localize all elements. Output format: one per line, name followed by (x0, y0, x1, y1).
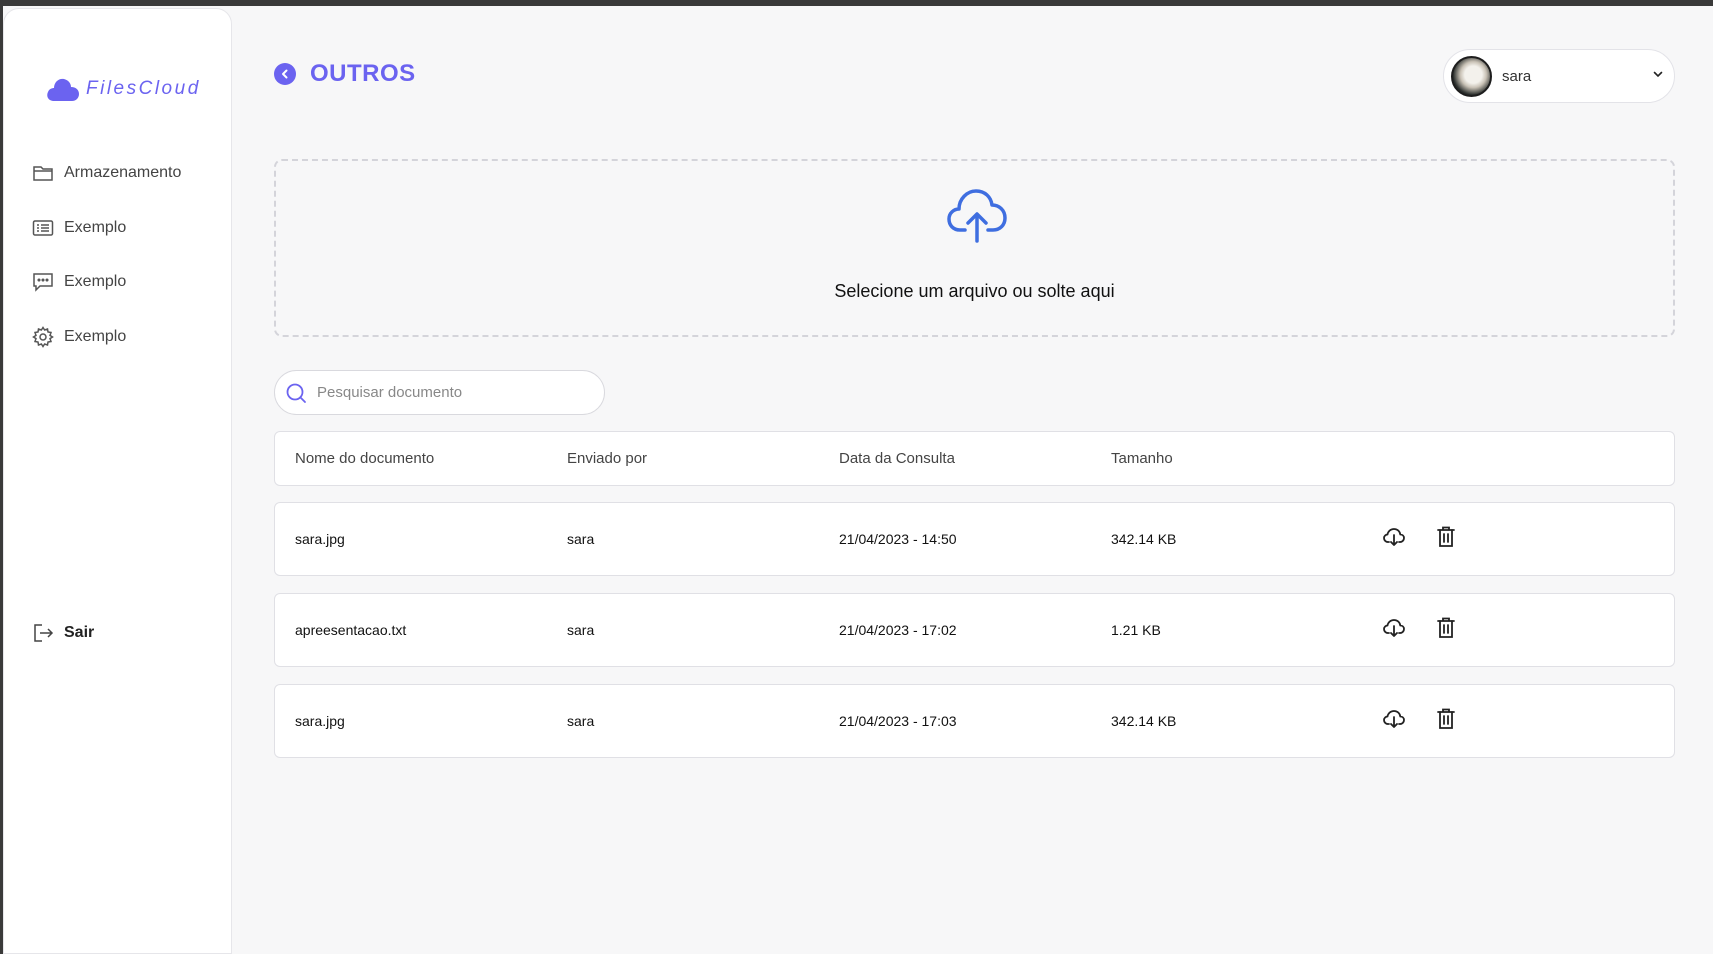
cell-date: 21/04/2023 - 17:02 (839, 622, 957, 638)
table-row[interactable]: sara.jpg sara 21/04/2023 - 14:50 342.14 … (274, 502, 1675, 576)
sidebar-item-label: Exemplo (64, 273, 127, 290)
window-top-strip (0, 0, 1713, 6)
search-input[interactable] (317, 384, 577, 401)
logo-text: FilesCloud (86, 78, 201, 99)
table-header: Nome do documento Enviado por Data da Co… (274, 431, 1675, 486)
logo[interactable]: FilesCloud (46, 75, 201, 103)
logout-button[interactable]: Sair (32, 622, 94, 644)
search-icon (286, 383, 306, 403)
page-header: OUTROS (274, 60, 416, 88)
page-title: OUTROS (310, 60, 416, 87)
search-box[interactable] (274, 370, 605, 415)
logout-label: Sair (64, 624, 95, 641)
upload-instruction: Selecione um arquivo ou solte aqui (834, 281, 1115, 301)
cell-sender: sara (567, 531, 595, 547)
cell-document-name: sara.jpg (295, 531, 345, 547)
sidebar-item-label: Exemplo (64, 328, 127, 345)
table-row[interactable]: apreesentacao.txt sara 21/04/2023 - 17:0… (274, 593, 1675, 667)
list-card-icon (32, 217, 54, 239)
cell-date: 21/04/2023 - 17:03 (839, 713, 957, 729)
sidebar-item-label: Armazenamento (64, 164, 182, 181)
column-header-sender[interactable]: Enviado por (567, 432, 647, 485)
cloud-download-icon[interactable] (1382, 616, 1406, 640)
cell-sender: sara (567, 622, 595, 638)
trash-icon[interactable] (1435, 707, 1457, 731)
cell-sender: sara (567, 713, 595, 729)
trash-icon[interactable] (1435, 525, 1457, 549)
cell-date: 21/04/2023 - 14:50 (839, 531, 957, 547)
user-name: sara (1502, 67, 1532, 85)
avatar (1451, 55, 1492, 97)
chevron-down-icon (1653, 71, 1663, 78)
back-button[interactable] (274, 63, 296, 85)
chevron-left-icon (282, 69, 288, 79)
chat-icon (32, 271, 54, 293)
gear-icon (32, 326, 54, 348)
folder-icon (32, 162, 54, 184)
trash-icon[interactable] (1435, 616, 1457, 640)
cloud-upload-icon (947, 189, 1007, 243)
upload-dropzone[interactable]: Selecione um arquivo ou solte aqui (274, 159, 1675, 337)
logout-icon (32, 622, 54, 644)
sidebar-item-label: Exemplo (64, 219, 127, 236)
sidebar-item-exemplo-2[interactable]: Exemplo (32, 271, 126, 293)
sidebar-item-exemplo-1[interactable]: Exemplo (32, 217, 126, 239)
cell-document-name: apreesentacao.txt (295, 622, 407, 638)
sidebar-item-exemplo-3[interactable]: Exemplo (32, 326, 126, 348)
column-header-size[interactable]: Tamanho (1111, 432, 1173, 485)
column-header-date[interactable]: Data da Consulta (839, 432, 955, 485)
cloud-download-icon[interactable] (1382, 707, 1406, 731)
column-header-name[interactable]: Nome do documento (295, 432, 434, 485)
cell-document-name: sara.jpg (295, 713, 345, 729)
sidebar: FilesCloud Armazenamento Exemplo Exemplo (3, 8, 232, 954)
cloud-download-icon[interactable] (1382, 525, 1406, 549)
user-menu[interactable]: sara (1443, 49, 1675, 103)
cell-size: 342.14 KB (1111, 531, 1177, 547)
cell-size: 1.21 KB (1111, 622, 1161, 638)
cloud-logo-icon (47, 78, 79, 101)
table-row[interactable]: sara.jpg sara 21/04/2023 - 17:03 342.14 … (274, 684, 1675, 758)
cell-size: 342.14 KB (1111, 713, 1177, 729)
sidebar-item-armazenamento[interactable]: Armazenamento (32, 162, 181, 184)
